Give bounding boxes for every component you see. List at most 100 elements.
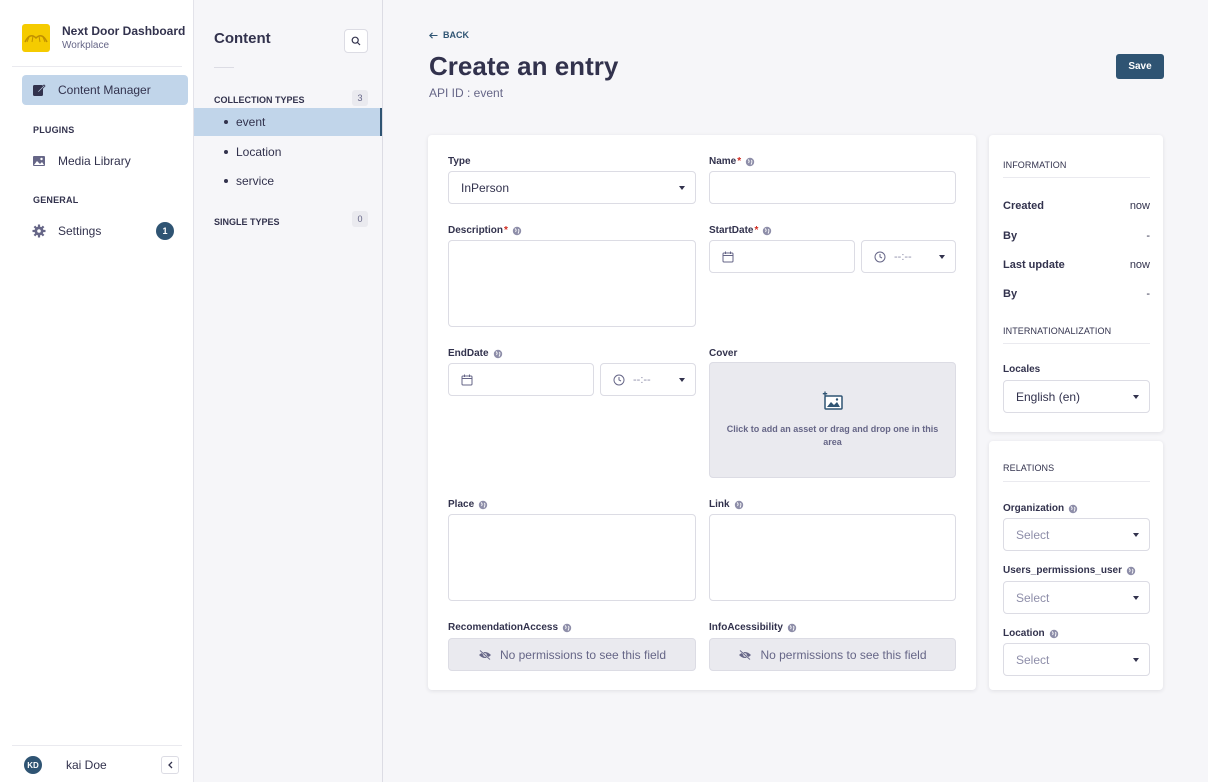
location-select[interactable]: Select: [1003, 643, 1150, 676]
search-button[interactable]: [344, 29, 368, 53]
organization-label: Organization: [1003, 503, 1078, 514]
caret-down-icon: [679, 377, 685, 382]
divider: [1003, 177, 1150, 178]
divider: [1003, 481, 1150, 482]
collection-types-heading[interactable]: COLLECTION TYPES: [214, 95, 305, 105]
enddate-label: EndDate: [448, 348, 503, 359]
divider: [1003, 343, 1150, 344]
calendar-icon: [461, 374, 473, 385]
relations-heading: RELATIONS: [1003, 463, 1055, 473]
nav-item-label: Media Library: [58, 154, 131, 168]
brand-logo: [22, 24, 50, 52]
infoacessibility-label: InfoAcessibility: [709, 622, 797, 633]
last-update-label: Last update: [1003, 259, 1065, 271]
globe-icon: [1126, 566, 1136, 575]
nav-item-content-manager[interactable]: Content Manager: [22, 75, 188, 105]
bullet-icon: [224, 120, 228, 124]
nav-item-settings[interactable]: Settings 1: [22, 216, 188, 246]
back-label: BACK: [443, 30, 469, 40]
enddate-input[interactable]: [448, 363, 594, 396]
locales-select[interactable]: English (en): [1003, 380, 1150, 413]
recomendation-label: RecomendationAccess: [448, 622, 572, 633]
subnav-item-label: Location: [236, 145, 282, 159]
select-placeholder: Select: [1016, 652, 1050, 667]
nav-item-label: Content Manager: [58, 83, 151, 97]
place-textarea[interactable]: [448, 514, 696, 601]
no-permission-text: No permissions to see this field: [760, 647, 927, 662]
user-name: kai Doe: [66, 758, 107, 772]
updated-by-label: By: [1003, 288, 1018, 300]
avatar: KD: [24, 756, 42, 774]
created-value: now: [1129, 200, 1150, 212]
page-title: Create an entry: [429, 51, 619, 81]
nav-section-general: GENERAL: [33, 195, 79, 205]
organization-select[interactable]: Select: [1003, 518, 1150, 551]
internationalization-heading: INTERNATIONALIZATION: [1003, 326, 1112, 336]
bullet-icon: [224, 150, 228, 154]
created-label: Created: [1003, 200, 1044, 212]
created-by-value: -: [1146, 230, 1150, 242]
caret-down-icon: [1133, 532, 1139, 537]
name-label: Name *: [709, 156, 755, 167]
type-select[interactable]: InPerson: [448, 171, 696, 204]
time-placeholder: --:--: [633, 373, 651, 386]
bullet-icon: [224, 179, 228, 183]
users-permissions-user-select[interactable]: Select: [1003, 581, 1150, 614]
globe-icon: [478, 500, 488, 509]
location-label: Location: [1003, 628, 1059, 639]
updated-by-value: -: [1146, 288, 1150, 300]
subnav-item-service[interactable]: service: [194, 167, 382, 195]
cover-label: Cover: [709, 348, 738, 359]
name-input[interactable]: [709, 171, 956, 204]
link-textarea[interactable]: [709, 514, 956, 601]
time-placeholder: --:--: [894, 250, 912, 263]
eye-striked-icon: [478, 649, 491, 660]
subnav-item-label: event: [236, 115, 266, 129]
main-nav: Next Door Dashboard Workplace Content Ma…: [0, 0, 194, 782]
description-textarea[interactable]: [448, 240, 696, 327]
caret-down-icon: [939, 254, 945, 259]
recomendation-disabled-field: No permissions to see this field: [448, 638, 696, 671]
collection-types-count: 3: [352, 90, 368, 106]
nav-item-media-library[interactable]: Media Library: [22, 146, 188, 176]
type-value: InPerson: [461, 180, 510, 195]
single-types-count: 0: [352, 211, 368, 227]
starttime-select[interactable]: --:--: [861, 240, 956, 273]
divider: [12, 66, 182, 67]
created-by-label: By: [1003, 230, 1018, 242]
information-heading: INFORMATION: [1003, 160, 1067, 170]
collapse-nav-button[interactable]: [161, 756, 179, 774]
cover-dropzone[interactable]: Click to add an asset or drag and drop o…: [709, 362, 956, 478]
globe-icon: [562, 623, 572, 632]
brand: Next Door Dashboard Workplace: [22, 24, 185, 52]
globe-icon: [493, 349, 502, 358]
users-permissions-user-label: Users_permissions_user: [1003, 565, 1136, 576]
globe-icon: [787, 623, 797, 632]
subnav-item-event[interactable]: event: [194, 108, 382, 136]
subnav-title: Content: [214, 30, 271, 47]
endtime-select[interactable]: --:--: [600, 363, 696, 396]
infoacessibility-disabled-field: No permissions to see this field: [709, 638, 956, 671]
subnav-item-location[interactable]: Location: [194, 138, 382, 166]
select-placeholder: Select: [1016, 590, 1050, 605]
settings-badge: 1: [156, 222, 174, 240]
chevron-left-icon: [168, 761, 173, 769]
divider: [12, 745, 182, 746]
globe-icon: [734, 500, 743, 509]
single-types-heading[interactable]: SINGLE TYPES: [214, 217, 280, 227]
subnav-item-label: service: [236, 174, 275, 188]
brand-subtitle: Workplace: [62, 40, 110, 51]
save-button[interactable]: Save: [1116, 54, 1164, 79]
add-image-icon: [822, 391, 843, 410]
api-id: API ID : event: [429, 86, 504, 100]
back-link[interactable]: BACK: [429, 30, 469, 40]
user-profile[interactable]: KD kai Doe: [24, 756, 182, 774]
link-label: Link: [709, 499, 744, 510]
globe-icon: [763, 226, 772, 235]
divider: [214, 67, 234, 68]
startdate-input[interactable]: [709, 240, 855, 273]
no-permission-text: No permissions to see this field: [499, 647, 667, 662]
eye-striked-icon: [739, 649, 752, 660]
gear-icon: [32, 224, 46, 238]
cover-dropzone-text: Click to add an asset or drag and drop o…: [726, 424, 939, 447]
